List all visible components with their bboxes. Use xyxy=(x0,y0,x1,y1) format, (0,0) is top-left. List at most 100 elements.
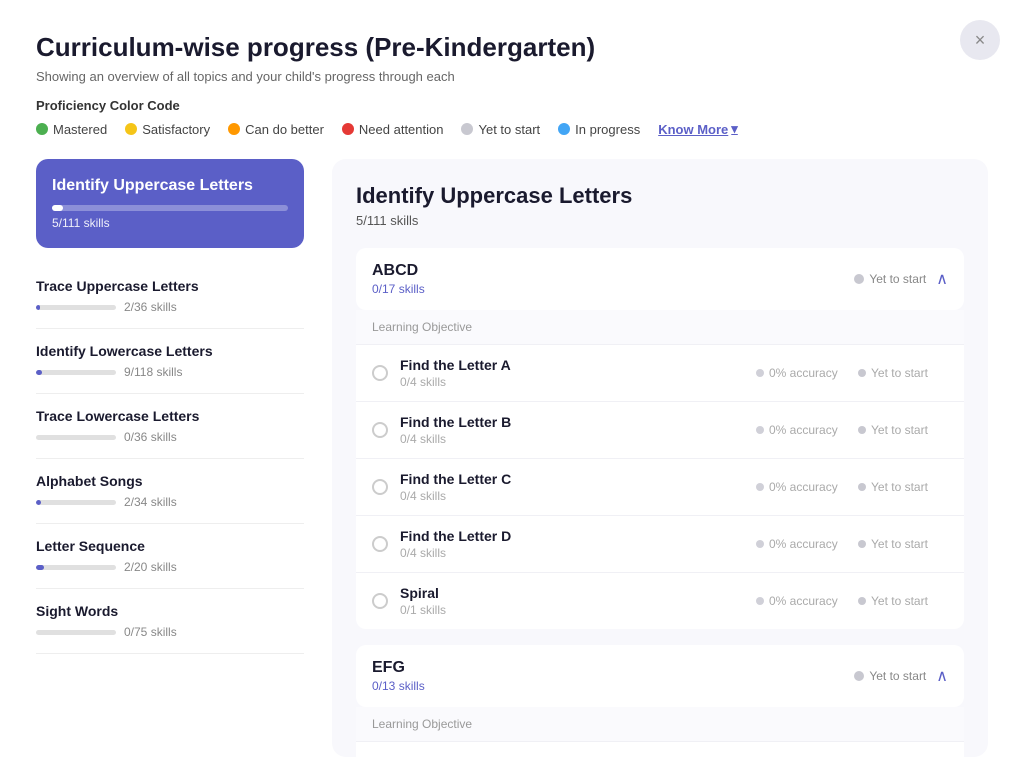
skill-circle xyxy=(372,479,388,495)
skill-name: Find the Letter D xyxy=(400,528,744,544)
mastered-dot xyxy=(36,123,48,135)
skill-name: Find the Letter A xyxy=(400,357,744,373)
skill-meta: 0/4 skills xyxy=(400,546,744,560)
sidebar-item-letter-sequence[interactable]: Letter Sequence 2/20 skills xyxy=(36,524,304,589)
sidebar-progress-bar xyxy=(36,565,116,570)
sidebar-item-identify-lowercase[interactable]: Identify Lowercase Letters 9/118 skills xyxy=(36,329,304,394)
satisfactory-label: Satisfactory xyxy=(142,122,210,137)
close-icon: × xyxy=(975,30,986,51)
know-more-text: Know More xyxy=(658,122,728,137)
skill-info: Spiral 0/1 skills xyxy=(400,585,744,617)
in-progress-label: In progress xyxy=(575,122,640,137)
proficiency-color-code-label: Proficiency Color Code xyxy=(36,98,988,113)
skill-status: Yet to start xyxy=(858,537,948,551)
close-button[interactable]: × xyxy=(960,20,1000,60)
skill-info: Find the Letter A 0/4 skills xyxy=(400,357,744,389)
efg-status-text: Yet to start xyxy=(869,669,926,683)
sidebar-item-trace-uppercase[interactable]: Trace Uppercase Letters 2/36 skills xyxy=(36,264,304,329)
skill-name: Find the Letter B xyxy=(400,414,744,430)
main-panel: Identify Uppercase Letters 5/111 skills … xyxy=(332,159,988,757)
skill-meta: 0/4 skills xyxy=(400,432,744,446)
mastered-label: Mastered xyxy=(53,122,107,137)
need-attention-dot xyxy=(342,123,354,135)
sidebar-skills-text: 2/20 skills xyxy=(124,560,177,574)
skill-row-spiral: Spiral 0/1 skills 0% accuracy Yet to sta… xyxy=(356,573,964,629)
skill-row-find-letter-c: Find the Letter C 0/4 skills 0% accuracy… xyxy=(356,459,964,516)
section-abcd-title-block: ABCD 0/17 skills xyxy=(372,262,425,296)
skill-info: Find the Letter B 0/4 skills xyxy=(400,414,744,446)
status-text: Yet to start xyxy=(871,366,928,380)
efg-badge-dot xyxy=(854,671,864,681)
chevron-down-icon: ▾ xyxy=(731,121,738,137)
skill-circle xyxy=(372,365,388,381)
sidebar-progress-fill xyxy=(36,565,44,570)
section-efg-subtitle: 0/13 skills xyxy=(372,679,425,693)
sidebar-item-title: Trace Uppercase Letters xyxy=(36,278,304,294)
accuracy-dot xyxy=(756,369,764,377)
section-abcd-header[interactable]: ABCD 0/17 skills Yet to start ∧ xyxy=(356,248,964,310)
yet-to-start-label: Yet to start xyxy=(478,122,540,137)
legend-item-can-do-better: Can do better xyxy=(228,122,324,137)
know-more-link[interactable]: Know More ▾ xyxy=(658,121,738,137)
skill-meta: 0/1 skills xyxy=(400,603,744,617)
sidebar-active-card[interactable]: Identify Uppercase Letters 5/111 skills xyxy=(36,159,304,248)
sidebar-skills-text: 2/36 skills xyxy=(124,300,177,314)
sidebar-skills-text: 0/36 skills xyxy=(124,430,177,444)
skill-status: Yet to start xyxy=(858,423,948,437)
sidebar-item-progress: 0/75 skills xyxy=(36,625,304,639)
page-subtitle: Showing an overview of all topics and yo… xyxy=(36,69,988,84)
sidebar-item-title: Identify Lowercase Letters xyxy=(36,343,304,359)
status-dot xyxy=(858,369,866,377)
sidebar-progress-bar xyxy=(36,500,116,505)
skill-accuracy: 0% accuracy xyxy=(756,480,846,494)
skill-row-find-letter-d: Find the Letter D 0/4 skills 0% accuracy… xyxy=(356,516,964,573)
sidebar-item-progress: 0/36 skills xyxy=(36,430,304,444)
status-text: Yet to start xyxy=(871,423,928,437)
sidebar-item-trace-lowercase[interactable]: Trace Lowercase Letters 0/36 skills xyxy=(36,394,304,459)
section-efg-title: EFG xyxy=(372,659,425,677)
section-abcd-subtitle: 0/17 skills xyxy=(372,282,425,296)
skill-circle xyxy=(372,593,388,609)
skill-status: Yet to start xyxy=(858,366,948,380)
skill-accuracy: 0% accuracy xyxy=(756,594,846,608)
sidebar-skills-text: 9/118 skills xyxy=(124,365,182,379)
sidebar-progress-bar xyxy=(36,630,116,635)
skill-row-find-letter-b: Find the Letter B 0/4 skills 0% accuracy… xyxy=(356,402,964,459)
satisfactory-dot xyxy=(125,123,137,135)
sidebar-progress-fill xyxy=(36,500,41,505)
skill-info: Find the Letter E 0/4 skills xyxy=(400,754,744,757)
section-efg-header[interactable]: EFG 0/13 skills Yet to start ∧ xyxy=(356,645,964,707)
active-progress-text: 5/111 skills xyxy=(52,216,288,230)
skill-circle xyxy=(372,536,388,552)
skill-status: Yet to start xyxy=(858,480,948,494)
abcd-badge-dot xyxy=(854,274,864,284)
efg-yet-to-start-badge: Yet to start xyxy=(854,669,926,683)
skill-circle xyxy=(372,422,388,438)
accuracy-text: 0% accuracy xyxy=(769,537,838,551)
can-do-better-dot xyxy=(228,123,240,135)
sidebar-item-alphabet-songs[interactable]: Alphabet Songs 2/34 skills xyxy=(36,459,304,524)
accuracy-text: 0% accuracy xyxy=(769,480,838,494)
sidebar-item-title: Sight Words xyxy=(36,603,304,619)
skill-row-find-letter-a: Find the Letter A 0/4 skills 0% accuracy… xyxy=(356,345,964,402)
efg-learning-obj-header: Learning Objective xyxy=(356,707,964,742)
accuracy-dot xyxy=(756,483,764,491)
in-progress-dot xyxy=(558,123,570,135)
abcd-chevron-up-icon: ∧ xyxy=(936,269,948,289)
sidebar: Identify Uppercase Letters 5/111 skills … xyxy=(36,159,316,757)
sidebar-progress-bar xyxy=(36,305,116,310)
status-dot xyxy=(858,483,866,491)
skill-info: Find the Letter C 0/4 skills xyxy=(400,471,744,503)
sidebar-skills-text: 2/34 skills xyxy=(124,495,177,509)
sidebar-item-title: Trace Lowercase Letters xyxy=(36,408,304,424)
main-panel-title: Identify Uppercase Letters xyxy=(356,183,964,209)
accuracy-dot xyxy=(756,597,764,605)
status-dot xyxy=(858,426,866,434)
page-title: Curriculum-wise progress (Pre-Kindergart… xyxy=(36,32,988,63)
sidebar-item-sight-words[interactable]: Sight Words 0/75 skills xyxy=(36,589,304,654)
sidebar-item-progress: 2/34 skills xyxy=(36,495,304,509)
abcd-yet-to-start-badge: Yet to start xyxy=(854,272,926,286)
section-efg-title-block: EFG 0/13 skills xyxy=(372,659,425,693)
sidebar-item-title: Alphabet Songs xyxy=(36,473,304,489)
sidebar-progress-bar xyxy=(36,370,116,375)
